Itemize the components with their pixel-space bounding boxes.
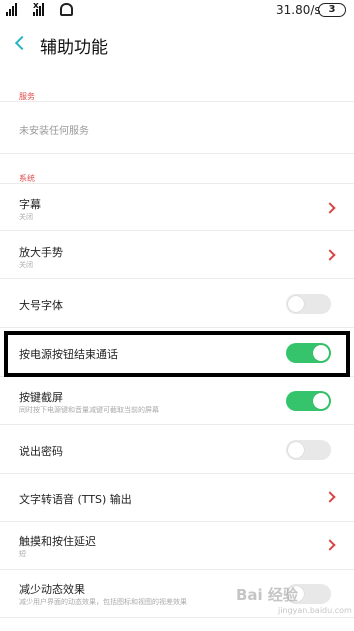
setting-label: 字幕 [19,198,41,211]
key-screenshot-toggle[interactable] [286,391,331,411]
chevron-right-icon [324,491,336,503]
setting-row-large-font[interactable]: 大号字体 [0,279,354,328]
large-font-toggle[interactable] [286,294,331,314]
battery-icon: 3 [318,3,346,17]
no-sim-icon: x [33,1,39,11]
setting-row-key-screenshot[interactable]: 按键截屏 同时按下电源键和音量减键可截取当前的屏幕 [0,377,354,425]
chevron-right-icon [324,202,336,214]
setting-row-captions[interactable]: 字幕 关闭 [0,183,354,231]
setting-row-touch-hold-delay[interactable]: 触摸和按住延迟 短 [0,522,354,570]
setting-label: 说出密码 [19,445,63,458]
setting-sub: 短 [19,550,26,558]
setting-sub: 关闭 [19,213,33,221]
toggle-knob [313,393,329,409]
toggle-knob [288,442,304,458]
watermark-url: jingyan.baidu.com [278,606,352,615]
network-speed: 31.80/s [276,3,321,17]
setting-label: 触摸和按住延迟 [19,535,96,548]
services-empty-label: 未安装任何服务 [19,126,89,137]
setting-row-speak-passwords[interactable]: 说出密码 [0,425,354,474]
status-bar: x 31.80/s 3 [0,0,354,24]
toggle-knob [288,296,304,312]
services-empty-row: 未安装任何服务 [0,101,354,154]
nav-bar: 辅助功能 [0,24,354,68]
setting-label: 文字转语音 (TTS) 输出 [19,493,132,506]
setting-sub: 同时按下电源键和音量减键可截取当前的屏幕 [19,406,159,414]
chevron-right-icon [324,539,336,551]
bell-icon [60,3,73,16]
setting-label: 大号字体 [19,299,63,312]
page-title: 辅助功能 [40,38,108,58]
signal-icon [6,3,17,16]
setting-label: 放大手势 [19,246,63,259]
chevron-right-icon [324,249,336,261]
back-icon[interactable] [14,35,30,51]
setting-label: 减少动态效果 [19,583,85,596]
highlight-box [4,331,350,377]
watermark: Bai 经验 [236,586,298,604]
setting-sub: 减少用户界面的动态效果，包括图标和视图的视差效果 [19,598,187,606]
setting-label: 按键截屏 [19,391,63,404]
setting-row-magnification[interactable]: 放大手势 关闭 [0,231,354,279]
setting-sub: 关闭 [19,261,33,269]
setting-row-tts-output[interactable]: 文字转语音 (TTS) 输出 [0,474,354,522]
speak-passwords-toggle[interactable] [286,440,331,460]
